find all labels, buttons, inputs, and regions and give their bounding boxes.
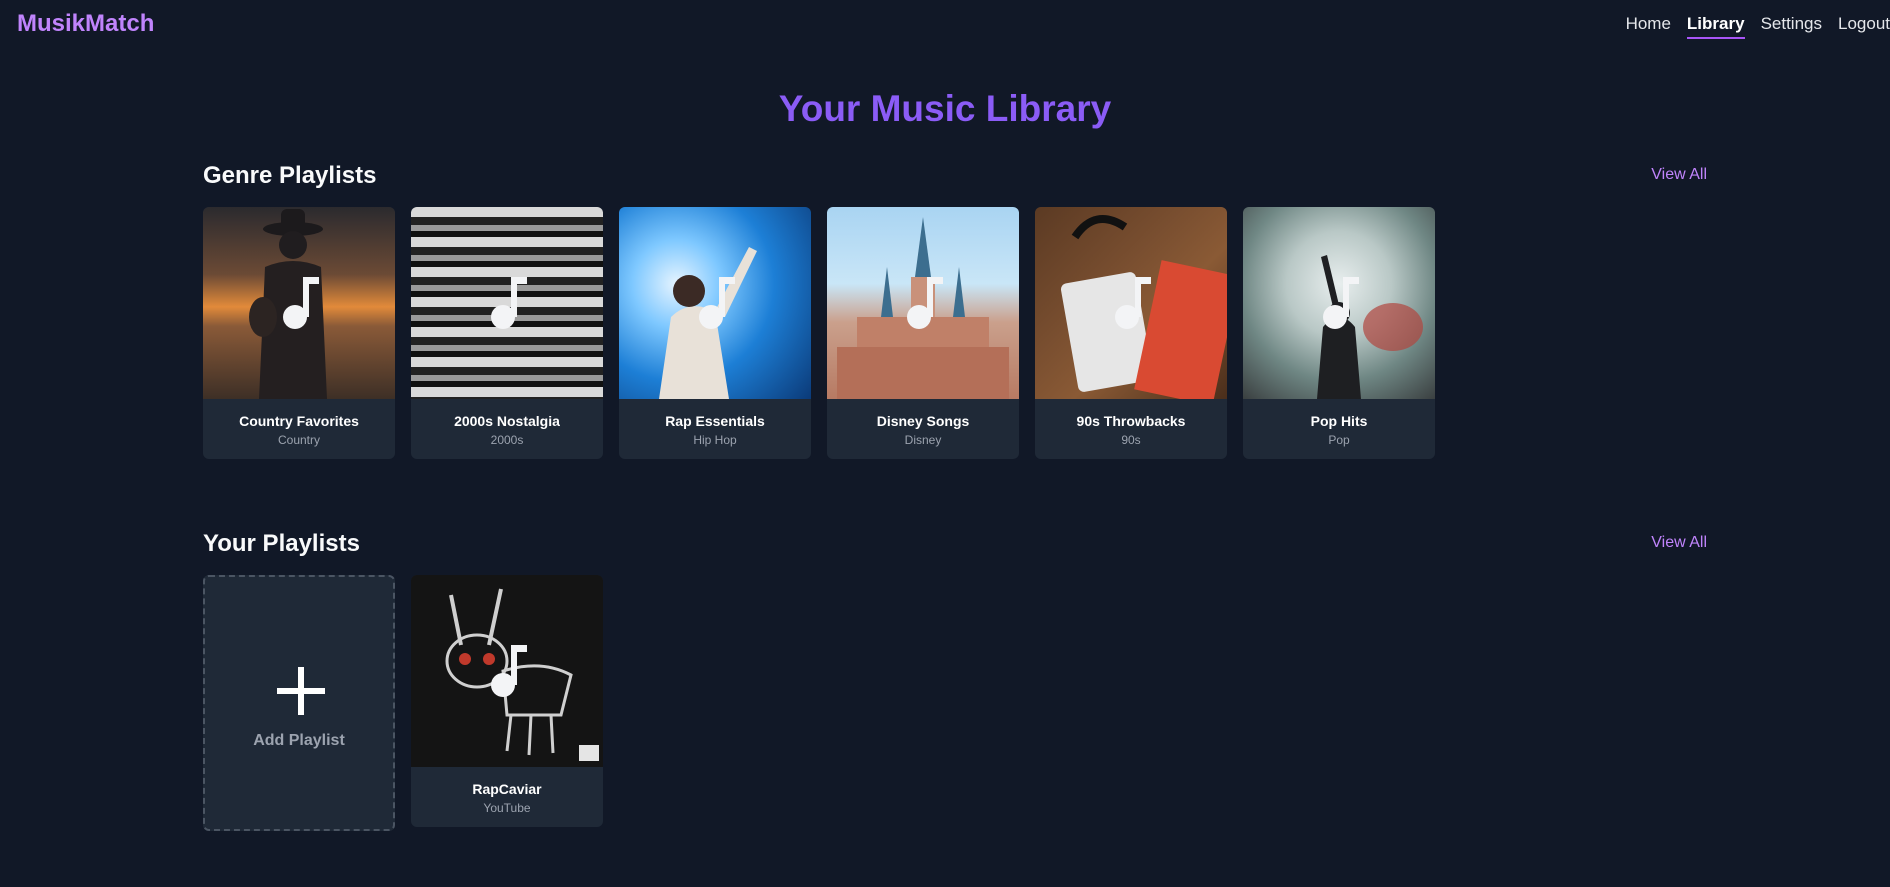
nav-logout-link[interactable]: Logout — [1838, 14, 1890, 39]
card-info: Pop Hits Pop — [1243, 399, 1435, 459]
card-title: 90s Throwbacks — [1076, 413, 1186, 429]
card-title: Pop Hits — [1310, 413, 1368, 429]
playlist-artwork — [411, 575, 603, 767]
music-note-icon — [491, 645, 527, 697]
your-card-row: Add Playlist RapCaviar YouTube — [203, 575, 603, 831]
playlist-card-disney[interactable]: Disney Songs Disney — [827, 207, 1019, 459]
playlist-card-rap[interactable]: Rap Essentials Hip Hop — [619, 207, 811, 459]
app-logo[interactable]: MusikMatch — [17, 10, 154, 38]
playlist-card-country[interactable]: Country Favorites Country — [203, 207, 395, 459]
plus-icon — [277, 667, 325, 715]
nav-library-link[interactable]: Library — [1686, 14, 1745, 39]
card-title: Rap Essentials — [665, 413, 765, 429]
playlist-artwork — [827, 207, 1019, 399]
nav-settings-link[interactable]: Settings — [1761, 14, 1822, 39]
card-info: Country Favorites Country — [203, 399, 395, 459]
card-info: Rap Essentials Hip Hop — [619, 399, 811, 459]
card-title: Country Favorites — [239, 413, 359, 429]
card-info: Disney Songs Disney — [827, 399, 1019, 459]
card-subtitle: Hip Hop — [693, 433, 737, 447]
your-view-all-link[interactable]: View All — [1651, 534, 1707, 552]
playlist-artwork — [619, 207, 811, 399]
genre-card-row: Country Favorites Country 2000s Nostalgi… — [203, 207, 1435, 459]
music-note-icon — [1323, 277, 1359, 329]
your-section-title: Your Playlists — [203, 530, 360, 557]
card-subtitle: Country — [277, 433, 321, 447]
genre-section-title: Genre Playlists — [203, 162, 377, 189]
top-nav: MusikMatch Home Library Settings Logout — [0, 0, 1890, 50]
playlist-card-2000s[interactable]: 2000s Nostalgia 2000s — [411, 207, 603, 459]
card-subtitle: 90s — [1121, 433, 1141, 447]
genre-view-all-link[interactable]: View All — [1651, 166, 1707, 184]
card-title: 2000s Nostalgia — [454, 413, 560, 429]
page-title: Your Music Library — [778, 88, 1112, 129]
add-playlist-button[interactable]: Add Playlist — [203, 575, 395, 831]
card-info: 2000s Nostalgia 2000s — [411, 399, 603, 459]
music-note-icon — [491, 277, 527, 329]
card-subtitle: Disney — [904, 433, 942, 447]
add-playlist-label: Add Playlist — [253, 732, 345, 749]
nav-links: Home Library Settings Logout — [1626, 14, 1890, 39]
card-subtitle: YouTube — [483, 801, 531, 815]
music-note-icon — [1115, 277, 1151, 329]
playlist-card-pop[interactable]: Pop Hits Pop — [1243, 207, 1435, 459]
playlist-artwork — [1035, 207, 1227, 399]
playlist-artwork — [1243, 207, 1435, 399]
playlist-artwork — [203, 207, 395, 399]
music-note-icon — [699, 277, 735, 329]
card-title: Disney Songs — [876, 413, 970, 429]
card-info: RapCaviar YouTube — [411, 767, 603, 827]
playlist-card-90s[interactable]: 90s Throwbacks 90s — [1035, 207, 1227, 459]
card-title: RapCaviar — [472, 781, 542, 797]
playlist-card-rapcaviar[interactable]: RapCaviar YouTube — [411, 575, 603, 827]
playlist-artwork — [411, 207, 603, 399]
card-subtitle: 2000s — [490, 433, 524, 447]
card-subtitle: Pop — [1328, 433, 1350, 447]
music-note-icon — [907, 277, 943, 329]
music-note-icon — [283, 277, 319, 329]
card-info: 90s Throwbacks 90s — [1035, 399, 1227, 459]
nav-home-link[interactable]: Home — [1626, 14, 1671, 39]
